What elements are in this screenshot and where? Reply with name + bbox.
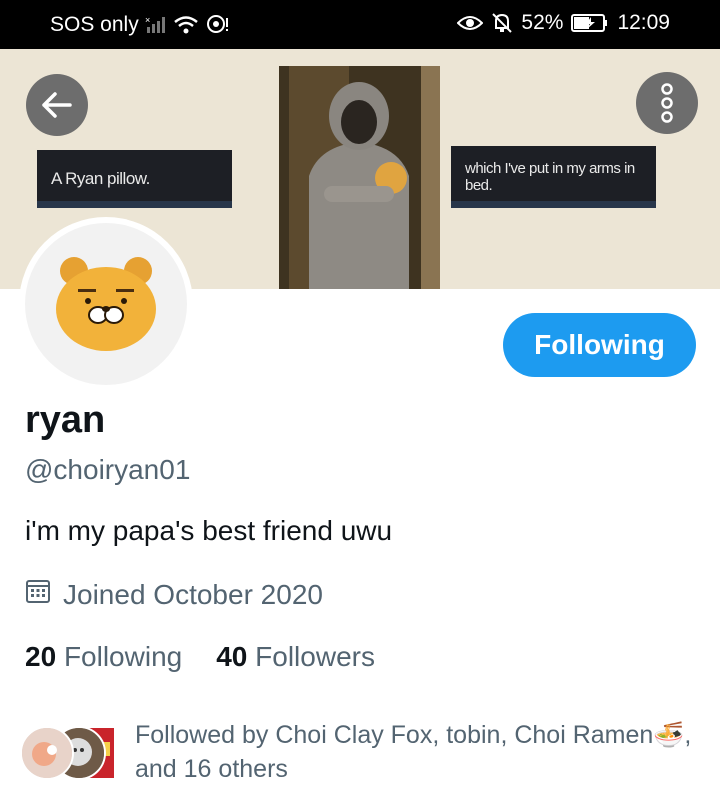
clock: 12:09	[617, 11, 670, 34]
hotspot-icon	[205, 14, 229, 36]
profile-name: ryan	[25, 399, 106, 441]
arrow-left-icon	[42, 92, 72, 118]
svg-text:×: ×	[145, 15, 150, 25]
calendar-icon	[25, 578, 51, 611]
more-options-button[interactable]	[636, 72, 698, 134]
avatar-image	[56, 257, 156, 351]
joined-date: Joined October 2020	[25, 578, 323, 611]
battery-icon	[571, 13, 609, 33]
banner-photo	[279, 66, 440, 289]
followers-count-link[interactable]: 40 Followers	[216, 641, 375, 673]
back-button[interactable]	[26, 74, 88, 136]
following-count-link[interactable]: 20 Following	[25, 641, 182, 673]
follower-avatar-1	[20, 726, 74, 780]
banner-caption-right: which I've put in my arms in bed.	[451, 146, 656, 208]
signal-icon: ×	[145, 15, 167, 35]
carrier-label: SOS only	[50, 13, 139, 36]
follow-counts: 20 Following 40 Followers	[25, 641, 375, 673]
banner-caption-left: A Ryan pillow.	[37, 150, 232, 208]
eye-icon	[457, 13, 484, 33]
profile-bio: i'm my papa's best friend uwu	[25, 515, 393, 546]
avatar[interactable]	[19, 217, 193, 391]
battery-percent: 52%	[521, 11, 564, 34]
status-bar: SOS only × 52% 12:09	[0, 0, 720, 49]
mute-bell-icon	[491, 12, 513, 34]
followed-by-text: Followed by Choi Clay Fox, tobin, Choi R…	[135, 721, 692, 783]
following-button[interactable]: Following	[503, 313, 696, 377]
joined-label: Joined October 2020	[63, 578, 323, 610]
followed-by[interactable]: Followed by Choi Clay Fox, tobin, Choi R…	[20, 718, 710, 788]
wifi-icon	[173, 15, 199, 35]
profile-handle: @choiryan01	[25, 454, 191, 485]
more-vertical-icon	[661, 83, 673, 123]
